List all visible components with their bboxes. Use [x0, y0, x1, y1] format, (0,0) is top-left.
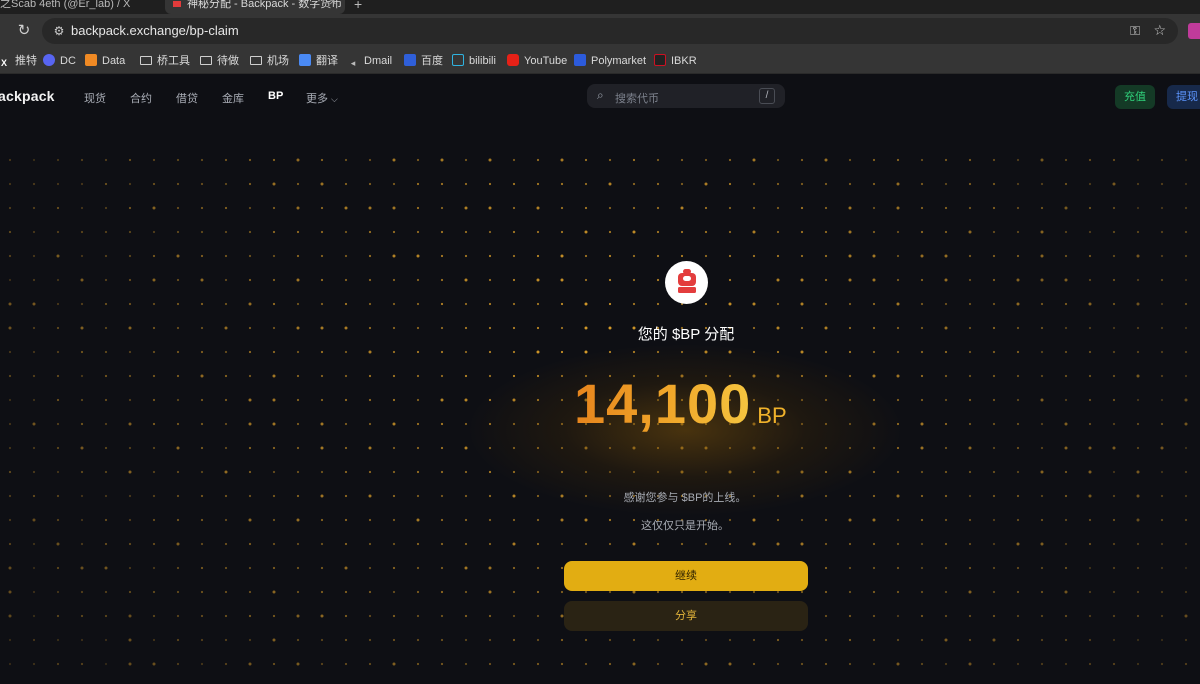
- nav-bp[interactable]: BP: [268, 90, 283, 102]
- youtube-icon: [507, 54, 519, 66]
- continue-button[interactable]: 继续: [564, 561, 808, 591]
- new-tab-button[interactable]: +: [354, 0, 362, 12]
- nav-spot[interactable]: 现货: [84, 90, 106, 106]
- token-search[interactable]: ⌕ 搜索代币 /: [587, 84, 785, 108]
- bookmark-folder-todo[interactable]: 待做: [200, 53, 239, 69]
- browser-toolbar: ↻ ⚙ backpack.exchange/bp-claim ⚿ ☆: [0, 14, 1200, 48]
- top-nav: ackpack 现货 合约 借贷 金库 BP 更多 ⌵ ⌕ 搜索代币 / 充值 提…: [0, 75, 1200, 117]
- search-placeholder: 搜索代币: [615, 93, 659, 105]
- backpack-app: ackpack 现货 合约 借贷 金库 BP 更多 ⌵ ⌕ 搜索代币 / 充值 提…: [0, 75, 1200, 684]
- subtitle-text: 这仅仅只是开始。: [641, 520, 729, 532]
- backpack-icon: [678, 269, 696, 293]
- withdraw-button[interactable]: 提现: [1167, 85, 1200, 109]
- amount-value: 14,100: [574, 372, 752, 435]
- search-shortcut-key: /: [759, 88, 775, 104]
- browser-tab-2-active[interactable]: 神秘分配 - Backpack - 数字货币 ✕: [165, 0, 345, 14]
- password-key-icon[interactable]: ⚿: [1130, 23, 1140, 39]
- bookmark-folder-bridge[interactable]: 桥工具: [140, 53, 190, 69]
- bookmark-dc[interactable]: DC: [43, 53, 76, 69]
- bookmark-youtube[interactable]: YouTube: [507, 53, 567, 69]
- folder-icon: [140, 56, 152, 65]
- nav-more[interactable]: 更多 ⌵: [306, 90, 338, 106]
- backpack-logo[interactable]: ackpack: [0, 88, 55, 104]
- bookmark-dmail[interactable]: ◂ Dmail: [347, 53, 392, 69]
- translate-icon: [299, 54, 311, 66]
- tab-1-label: 之Scab 4eth (@Er_lab) / X: [0, 0, 131, 10]
- bookmark-polymarket[interactable]: Polymarket: [574, 53, 646, 69]
- nav-vault[interactable]: 金库: [222, 90, 244, 106]
- folder-icon: [250, 56, 262, 65]
- bookmark-twitter[interactable]: X 推特: [0, 53, 37, 69]
- browser-tab-1[interactable]: 之Scab 4eth (@Er_lab) / X: [0, 0, 160, 14]
- share-button[interactable]: 分享: [564, 601, 808, 631]
- address-bar[interactable]: ⚙ backpack.exchange/bp-claim ⚿ ☆: [42, 18, 1178, 44]
- reload-icon[interactable]: ↻: [14, 21, 34, 41]
- bookmark-star-icon[interactable]: ☆: [1153, 22, 1166, 39]
- url-text[interactable]: backpack.exchange/bp-claim: [71, 23, 239, 39]
- deposit-button[interactable]: 充值: [1115, 85, 1155, 109]
- amount-unit: BP: [757, 403, 787, 428]
- folder-icon: [200, 56, 212, 65]
- nav-lending[interactable]: 借贷: [176, 90, 198, 106]
- bookmark-bilibili[interactable]: bilibili: [452, 53, 496, 69]
- bookmark-ibkr[interactable]: IBKR: [654, 53, 697, 69]
- dmail-icon: ◂: [350, 58, 356, 68]
- ibkr-icon: [654, 54, 666, 66]
- bookmark-baidu[interactable]: 百度: [404, 53, 443, 69]
- polymarket-icon: [574, 54, 586, 66]
- bookmarks-bar: X 推特 DC Data 桥工具 待做 机场 翻译 ◂ Dmail 百度 bilib…: [0, 48, 1200, 74]
- tab-close-icon[interactable]: ✕: [329, 0, 337, 8]
- tab-2-label: 神秘分配 - Backpack - 数字货币: [187, 0, 343, 10]
- x-logo-icon: X: [0, 58, 7, 68]
- backpack-favicon-icon: [173, 1, 181, 7]
- thanks-text: 感谢您参与 $BP的上线。: [623, 492, 747, 504]
- data-icon: [85, 54, 97, 66]
- extension-icon[interactable]: [1188, 23, 1200, 39]
- bookmark-data[interactable]: Data: [85, 53, 125, 69]
- baidu-icon: [404, 54, 416, 66]
- allocation-amount: 14,100 BP: [574, 371, 787, 443]
- allocation-title: 您的 $BP 分配: [637, 326, 735, 343]
- bookmark-folder-airport[interactable]: 机场: [250, 53, 289, 69]
- browser-tabstrip: 之Scab 4eth (@Er_lab) / X 神秘分配 - Backpack…: [0, 0, 1200, 14]
- bookmark-translate[interactable]: 翻译: [299, 53, 338, 69]
- bilibili-icon: [452, 54, 464, 66]
- nav-futures[interactable]: 合约: [130, 90, 152, 106]
- backpack-brand-icon: [665, 261, 708, 304]
- discord-icon: [43, 54, 55, 66]
- search-icon: ⌕: [597, 88, 604, 102]
- site-settings-icon[interactable]: ⚙: [51, 23, 67, 39]
- chevron-down-icon: ⌵: [331, 94, 338, 104]
